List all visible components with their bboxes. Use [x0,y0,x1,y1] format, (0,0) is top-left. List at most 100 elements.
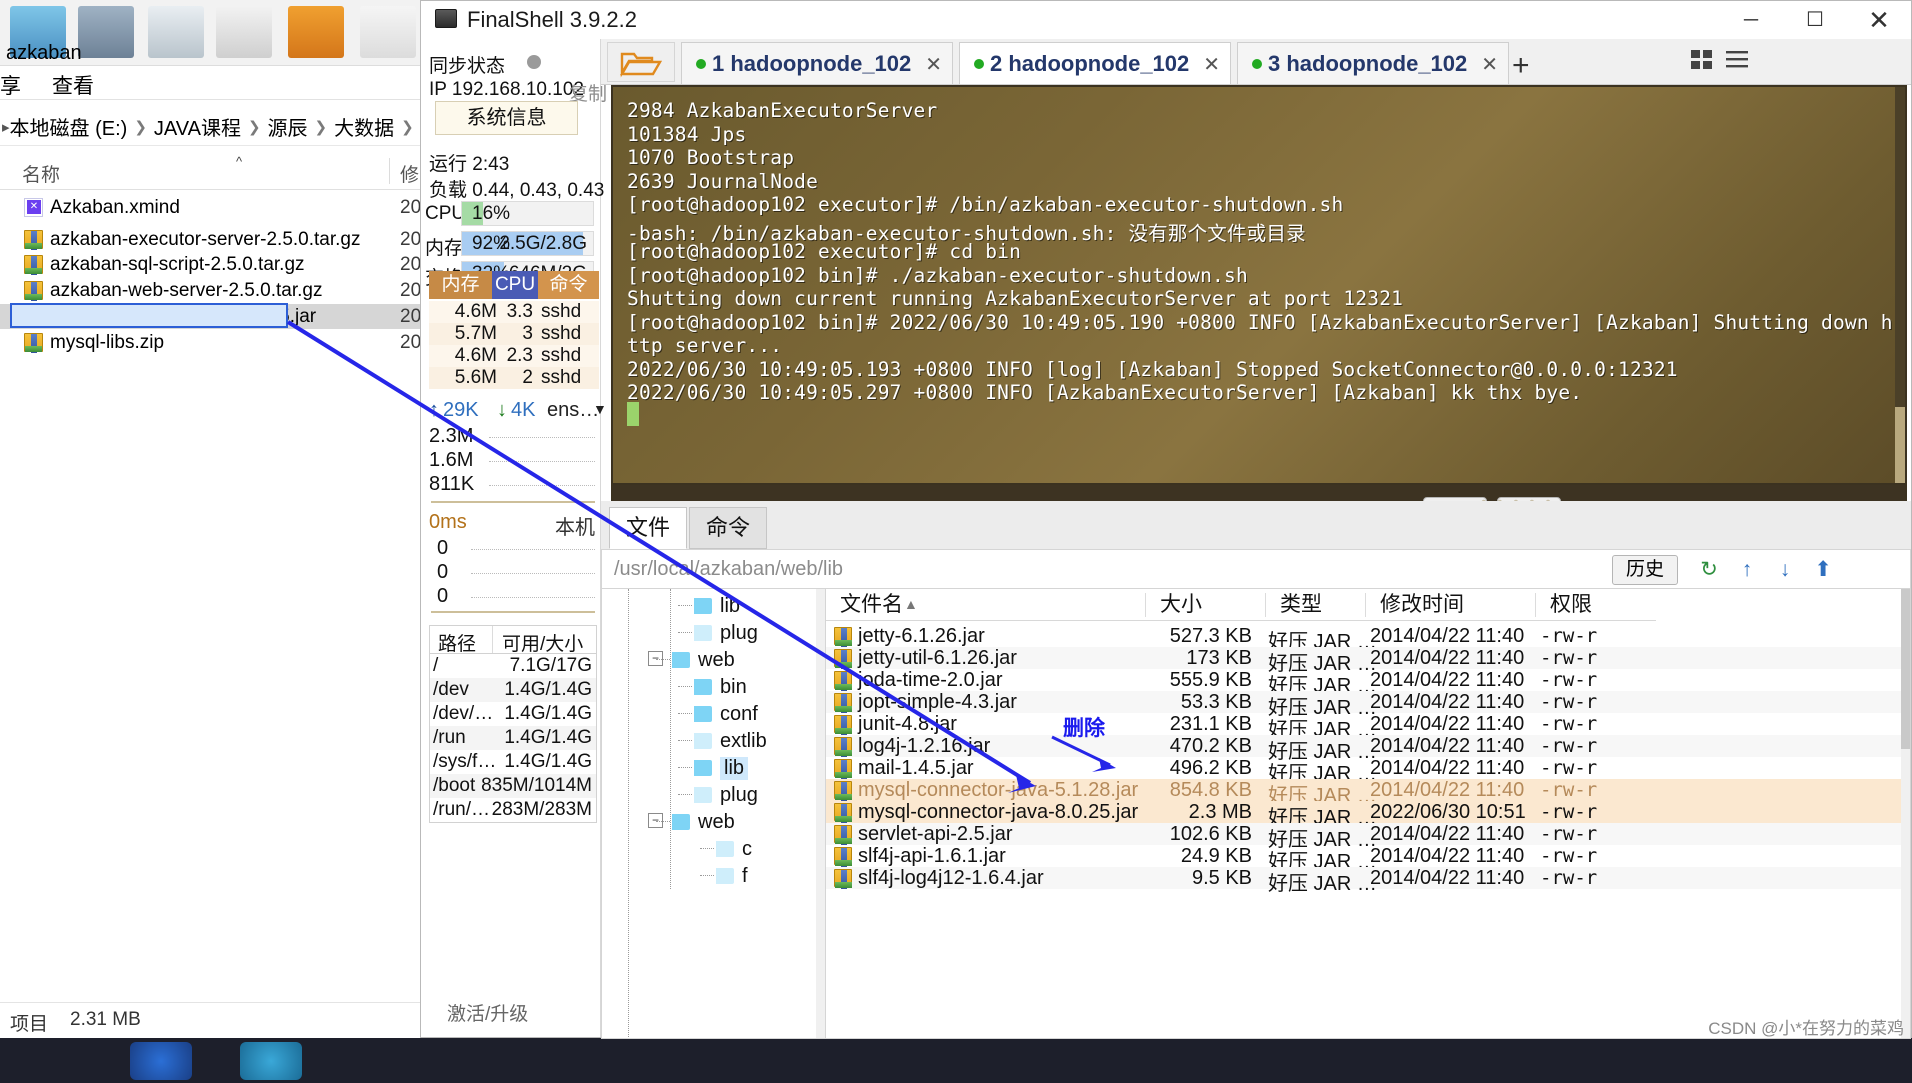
file-permissions: -rw-r [1540,691,1597,713]
windows-taskbar[interactable] [0,1038,1912,1083]
maximize-button[interactable]: ☐ [1783,1,1847,39]
file-table-row[interactable]: slf4j-api-1.6.1.jar24.9 KB好压 JAR …2014/0… [826,845,1911,867]
file-col-type[interactable]: 类型 [1266,589,1366,621]
disk-row[interactable]: /run/…283M/283M [430,798,596,822]
file-table-row[interactable]: slf4j-log4j12-1.6.4.jar9.5 KB好压 JAR …201… [826,867,1911,889]
close-icon[interactable]: ✕ [1203,52,1220,77]
disk-col-size[interactable]: 可用/大小 [502,629,583,656]
disk-row[interactable]: /dev/…1.4G/1.4G [430,702,596,726]
disk-row[interactable]: /sys/f…1.4G/1.4G [430,750,596,774]
close-icon[interactable]: ✕ [1481,52,1498,77]
process-col-mem[interactable]: 内存 [429,271,492,299]
file-table-row[interactable]: jopt-simple-4.3.jar53.3 KB好压 JAR …2014/0… [826,691,1911,713]
process-row[interactable]: 5.7M3sshd [429,323,599,345]
tree-node-extlib[interactable]: extlib [720,730,767,753]
terminal-scrollbar[interactable] [1895,87,1905,485]
net-up-icon: ↑ [429,399,439,422]
breadcrumb-item-0[interactable]: 本地磁盘 (E:) [10,112,128,141]
menu-share[interactable]: 享 [0,70,21,100]
refresh-icon[interactable]: ↻ [1694,557,1724,583]
jar-file-icon [834,693,852,711]
activate-upgrade-link[interactable]: 激活/升级 [447,999,528,1026]
disk-row[interactable]: /7.1G/17G [430,654,596,678]
jar-file-icon [834,671,852,689]
file-table-row[interactable]: junit-4.8.jar231.1 KB好压 JAR …2014/04/22 … [826,713,1911,735]
menu-view[interactable]: 查看 [52,70,94,100]
file-table-row[interactable]: mysql-connector-java-8.0.25.jar2.3 MB好压 … [826,801,1911,823]
file-table-row[interactable]: jetty-6.1.26.jar527.3 KB好压 JAR …2014/04/… [826,625,1911,647]
tab-3[interactable]: 3 hadoopnode_102✕ [1237,42,1509,84]
tree-node-bin[interactable]: bin [720,676,747,699]
terminal-output[interactable]: 2984 AzkabanExecutorServer101384 Jps1070… [611,85,1907,485]
remote-file-table[interactable]: 文件名 ▲ 大小 类型 修改时间 权限 jetty-6.1.26.jar527.… [826,589,1911,1039]
file-col-name[interactable]: 文件名 ▲ [826,589,1146,621]
path-history-button[interactable]: 历史 [1612,555,1678,585]
process-row[interactable]: 5.6M2sshd [429,367,599,389]
column-name-header[interactable]: 名称 [22,160,60,187]
process-col-cpu[interactable]: CPU [492,271,538,299]
tree-node-lib[interactable]: lib [720,595,740,618]
file-col-mtime[interactable]: 修改时间 [1366,589,1536,621]
download-arrow-icon[interactable]: ↓ [1770,557,1800,583]
process-row[interactable]: 4.6M3.3sshd [429,301,599,323]
open-folder-button[interactable] [607,42,675,82]
file-col-size[interactable]: 大小 [1146,589,1266,621]
file-table-scrollbar[interactable] [1901,589,1910,1039]
tree-node-web[interactable]: web [698,811,735,834]
file-table-row[interactable]: log4j-1.2.16.jar470.2 KB好压 JAR …2014/04/… [826,735,1911,757]
remote-path-bar[interactable]: /usr/local/azkaban/web/lib 历史 ↻ ↑ ↓ ⬆ [601,549,1911,589]
disk-row[interactable]: /boot835M/1014M [430,774,596,798]
breadcrumb-item-2[interactable]: 源辰 [268,112,308,141]
tree-node-lib[interactable]: lib [720,757,748,780]
disk-col-path[interactable]: 路径 [438,629,476,656]
disk-row[interactable]: /run1.4G/1.4G [430,726,596,750]
file-table-row[interactable]: mysql-connector-java-5.1.28.jar854.8 KB好… [826,779,1911,801]
close-button[interactable]: ✕ [1847,1,1911,39]
terminal-line: [root@hadoop102 bin]# 2022/06/30 10:49:0… [627,311,1893,334]
tree-node-c[interactable]: c [742,838,752,861]
grid-layout-icon[interactable] [1691,50,1713,70]
new-tab-button[interactable]: + [1512,49,1530,83]
tree-node-conf[interactable]: conf [720,703,758,726]
tree-scrollbar[interactable] [816,589,825,1039]
jar-file-icon [834,869,852,887]
net-interface-select[interactable]: ens… [547,399,599,422]
tree-node-plug[interactable]: plug [720,784,758,807]
remote-path-value[interactable]: /usr/local/azkaban/web/lib [614,558,843,581]
tab-1[interactable]: 1 hadoopnode_102✕ [681,42,953,84]
breadcrumb-item-3[interactable]: 大数据 [334,112,394,141]
tab-2[interactable]: 2 hadoopnode_102✕ [959,42,1231,84]
taskbar-item-1[interactable] [130,1042,192,1080]
jar-file-icon [834,759,852,777]
file-permissions: -rw-r [1540,625,1597,647]
upload-file-icon[interactable]: ⬆ [1808,557,1838,583]
file-table-row[interactable]: mail-1.4.5.jar496.2 KB好压 JAR …2014/04/22… [826,757,1911,779]
disk-row[interactable]: /dev1.4G/1.4G [430,678,596,702]
file-table-row[interactable]: joda-time-2.0.jar555.9 KB好压 JAR …2014/04… [826,669,1911,691]
upload-arrow-icon[interactable]: ↑ [1732,557,1762,583]
system-info-button[interactable]: 系统信息 [435,101,578,135]
list-menu-icon[interactable] [1726,50,1748,70]
file-table-row[interactable]: jetty-util-6.1.26.jar173 KB好压 JAR …2014/… [826,647,1911,669]
file-table-scrollbar-thumb[interactable] [1901,589,1910,749]
jar-file-icon [834,715,852,733]
chevron-down-icon[interactable]: ▼ [593,401,607,417]
net-download-value: 4K [511,399,535,422]
remote-directory-tree[interactable]: libplug−webbinconfextliblibplug−webcf [601,589,826,1039]
file-table-row[interactable]: servlet-api-2.5.jar102.6 KB好压 JAR …2014/… [826,823,1911,845]
terminal-scrollbar-thumb[interactable] [1895,407,1905,485]
net-scale-value: 2.3M [429,425,473,448]
process-col-cmd[interactable]: 命令 [538,271,599,299]
tree-node-f[interactable]: f [742,865,748,888]
taskbar-item-2[interactable] [240,1042,302,1080]
file-panel-tab-2[interactable]: 命令 [689,507,767,549]
file-panel-tab-1[interactable]: 文件 [609,507,687,549]
minimize-button[interactable]: ─ [1719,1,1783,39]
tree-node-plug[interactable]: plug [720,622,758,645]
chevron-right-icon: ❯ [401,118,414,136]
file-col-perm[interactable]: 权限 [1536,589,1656,621]
close-icon[interactable]: ✕ [925,52,942,77]
tree-node-web[interactable]: web [698,649,735,672]
breadcrumb-item-1[interactable]: JAVA课程 [154,112,241,141]
process-row[interactable]: 4.6M2.3sshd [429,345,599,367]
